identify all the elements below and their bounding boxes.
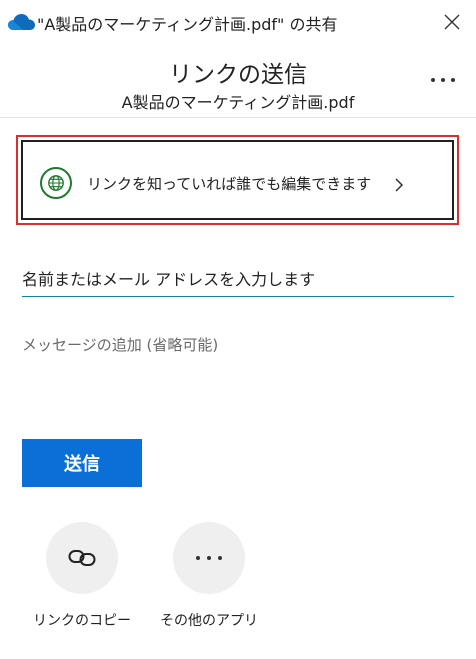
link-settings-button[interactable]: リンクを知っていれば誰でも編集できます	[21, 140, 454, 220]
close-button[interactable]	[440, 10, 464, 34]
link-settings-label: リンクを知っていれば誰でも編集できます	[87, 175, 372, 193]
other-apps-button[interactable]	[173, 522, 245, 594]
more-options-icon	[431, 78, 455, 82]
file-name: A製品のマーケティング計画.pdf	[121, 93, 355, 112]
message-input[interactable]	[22, 334, 454, 394]
other-apps-action: その他のアプリ	[149, 522, 269, 632]
close-icon	[444, 14, 460, 30]
more-options-button[interactable]	[426, 68, 460, 92]
title-bar: "A製品のマーケティング計画.pdf" の共有	[0, 0, 476, 44]
window-title: "A製品のマーケティング計画.pdf" の共有	[37, 15, 338, 34]
send-button[interactable]: 送信	[22, 439, 142, 487]
recipient-input[interactable]	[22, 262, 454, 297]
copy-link-action: リンクのコピー	[22, 522, 142, 632]
copy-link-button[interactable]	[46, 522, 118, 594]
globe-icon	[40, 167, 72, 199]
header-divider	[0, 117, 476, 118]
dialog-title: リンクの送信	[169, 62, 307, 88]
more-horizontal-icon	[196, 556, 222, 560]
link-icon	[68, 550, 96, 566]
chevron-right-icon	[395, 178, 404, 192]
copy-link-label: リンクのコピー	[33, 613, 131, 629]
onedrive-cloud-icon	[8, 14, 35, 30]
other-apps-label: その他のアプリ	[160, 613, 258, 629]
